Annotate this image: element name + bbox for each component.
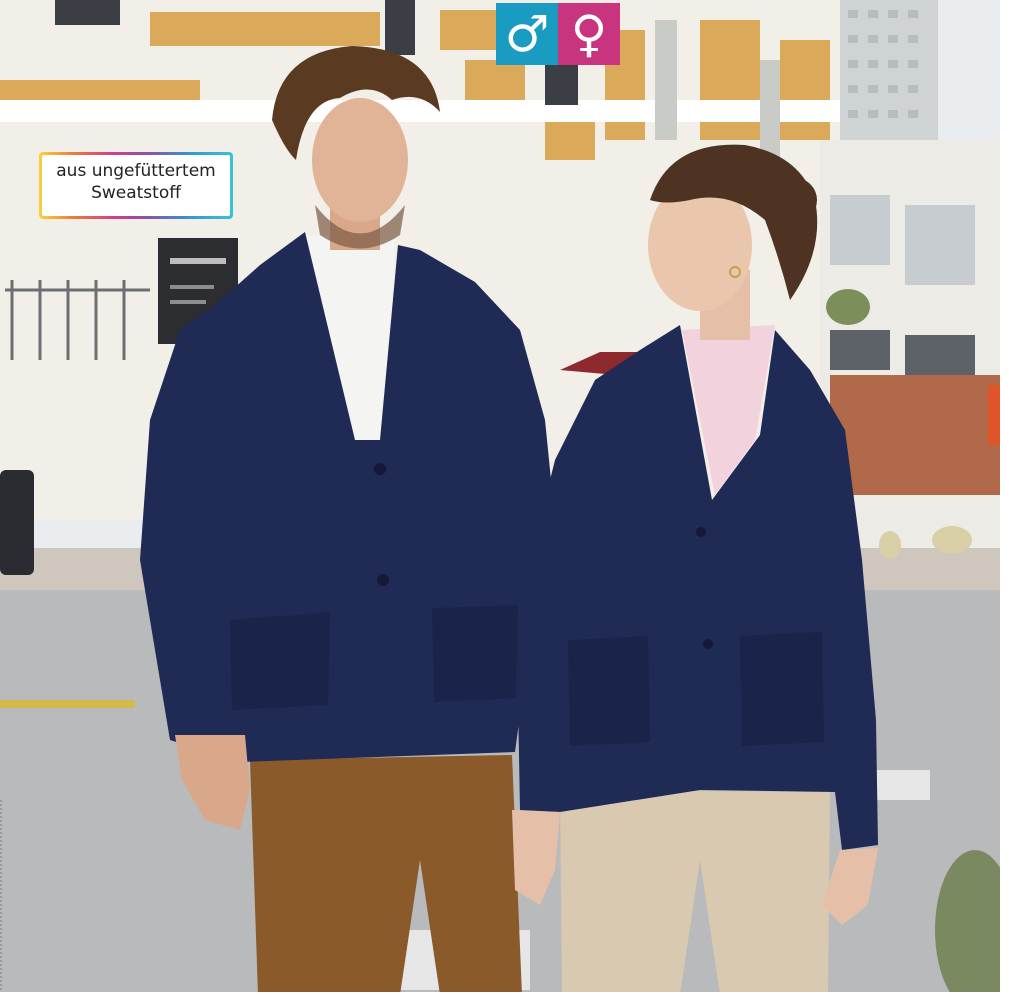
woman-hair-bun — [773, 178, 817, 222]
woman-pocket-right — [740, 632, 824, 746]
parked-car — [0, 470, 34, 575]
feature-badge: aus ungefüttertem Sweatstoff — [39, 152, 233, 219]
planter — [932, 526, 972, 554]
feature-badge-inner: aus ungefüttertem Sweatstoff — [42, 155, 230, 216]
man-pocket-right — [432, 605, 518, 702]
cornice — [0, 100, 840, 122]
man-pocket-left — [230, 612, 330, 710]
product-photo: ♂ ♀ aus ungefüttertem Sweatstoff — [0, 0, 1009, 995]
shop-sign-round — [826, 289, 870, 325]
feature-badge-line2: Sweatstoff — [91, 183, 181, 203]
male-glyph: ♂ — [504, 5, 550, 63]
female-glyph: ♀ — [570, 5, 608, 63]
orange-sign — [988, 385, 1000, 445]
feature-badge-line1: aus ungefüttertem — [56, 161, 216, 181]
storefront — [830, 375, 1000, 495]
page-right-margin — [1000, 0, 1009, 995]
man-trousers — [250, 755, 522, 995]
female-symbol-icon: ♀ — [558, 3, 620, 65]
woman-pocket-left — [568, 636, 650, 746]
crosswalk-stripe — [870, 770, 930, 800]
man-face — [312, 98, 408, 222]
road-marking — [0, 700, 135, 708]
scene-photo — [0, 0, 1009, 995]
male-symbol-icon: ♂ — [496, 3, 558, 65]
cut-line — [0, 800, 4, 990]
